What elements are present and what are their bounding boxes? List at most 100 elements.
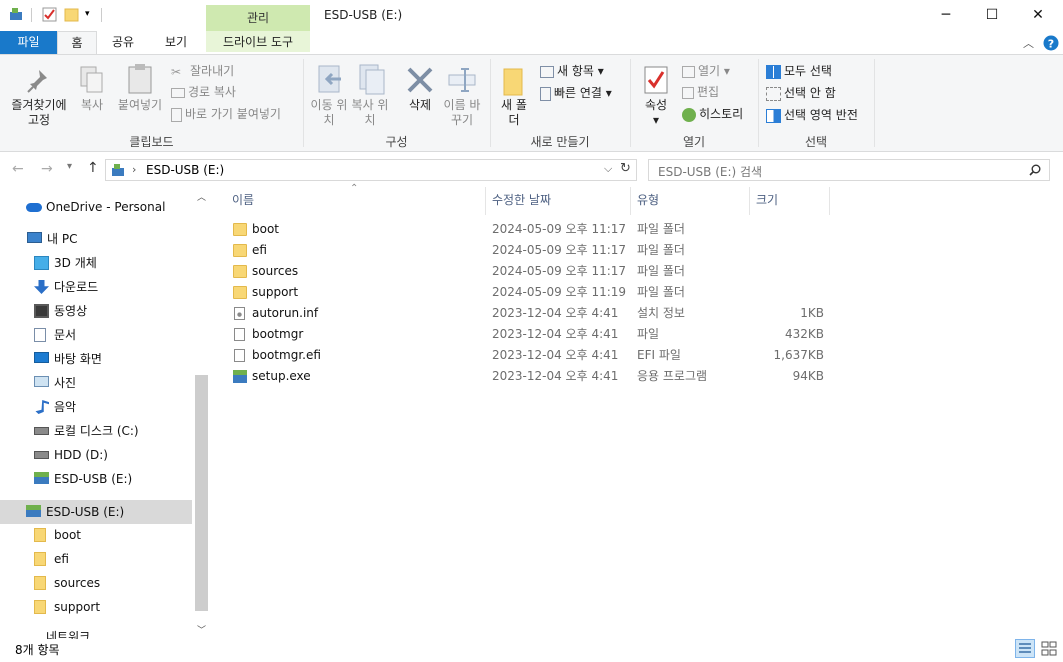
paste-shortcut-button[interactable]: 바로 가기 붙여넣기 [171, 104, 281, 124]
nav-item-label: efi [54, 552, 69, 566]
nav-item-label: ESD-USB (E:) [46, 505, 125, 519]
nav-item[interactable]: 내 PC [27, 227, 77, 251]
up-icon[interactable]: ↑ [87, 160, 99, 176]
file-row[interactable]: sources 2024-05-09 오후 11:17 파일 폴더 [228, 261, 838, 282]
nav-item-label: 문서 [54, 328, 77, 342]
scroll-up-icon[interactable]: ︿ [197, 190, 206, 203]
folder-icon [34, 528, 46, 542]
easy-access-button[interactable]: 빠른 연결 ▾ [540, 83, 612, 103]
collapse-ribbon-icon[interactable]: ︿ [1023, 35, 1034, 51]
tab-share[interactable]: 공유 [101, 31, 145, 54]
nav-item[interactable]: 네트워크 [46, 625, 90, 639]
document-icon [34, 328, 46, 342]
nav-item[interactable]: support [34, 595, 100, 619]
nav-item[interactable]: 바탕 화면 [34, 347, 102, 371]
new-item-button[interactable]: 새 항목 ▾ [540, 61, 604, 81]
close-button[interactable]: ✕ [1015, 0, 1061, 31]
qat-dropdown-icon[interactable]: ▾ [85, 9, 90, 19]
column-separator[interactable] [630, 187, 631, 215]
cut-button[interactable]: ✂ 잘라내기 [171, 61, 234, 81]
file-row[interactable]: bootmgr 2023-12-04 오후 4:41 파일 432KB [228, 324, 838, 345]
file-row[interactable]: bootmgr.efi 2023-12-04 오후 4:41 EFI 파일 1,637… [228, 345, 838, 366]
address-dropdown-icon[interactable]: ⌵ [604, 162, 612, 176]
nav-item[interactable]: HDD (D:) [34, 443, 108, 467]
copy-button[interactable]: 복사 [76, 98, 108, 113]
file-row[interactable]: autorun.inf 2023-12-04 오후 4:41 설치 정보 1KB [228, 303, 838, 324]
nav-item[interactable]: boot [34, 523, 81, 547]
search-input[interactable]: ESD-USB (E:) 검색 [648, 159, 1050, 181]
nav-item-label: sources [54, 576, 101, 590]
properties-icon[interactable] [42, 7, 57, 22]
select-none-button[interactable]: 선택 안 함 [766, 83, 836, 103]
nav-item[interactable]: ESD-USB (E:) [26, 500, 125, 524]
new-folder-icon[interactable] [64, 7, 79, 22]
refresh-icon[interactable]: ↻ [620, 161, 631, 176]
file-row[interactable]: setup.exe 2023-12-04 오후 4:41 응용 프로그램 94KB [228, 366, 838, 387]
search-icon[interactable] [1029, 164, 1041, 176]
select-all-label: 모두 선택 [784, 64, 832, 78]
context-tab-manage[interactable]: 관리 [206, 5, 310, 31]
maximize-button[interactable]: ☐ [969, 0, 1015, 31]
address-bar[interactable]: › ESD-USB (E:) ⌵ ↻ [105, 159, 637, 181]
file-modified: 2024-05-09 오후 11:17 [492, 243, 627, 257]
nav-item[interactable]: sources [34, 571, 101, 595]
nav-item-label: 사진 [54, 376, 77, 390]
column-header-modified[interactable]: 수정한 날짜 [492, 193, 551, 215]
copy-to-button[interactable]: 복사 위치 [350, 98, 390, 128]
history-button[interactable]: 히스토리 [682, 104, 743, 124]
nav-item[interactable]: ESD-USB (E:) [34, 467, 132, 491]
select-all-button[interactable]: 모두 선택 [766, 61, 832, 81]
back-icon[interactable]: ← [12, 161, 24, 177]
ribbon-separator [874, 59, 875, 147]
pin-to-quick-access-button[interactable]: 즐겨찾기에 고정 [6, 98, 72, 128]
forward-icon[interactable]: → [41, 161, 53, 177]
large-icons-view-icon[interactable] [1039, 639, 1059, 658]
file-row[interactable]: support 2024-05-09 오후 11:19 파일 폴더 [228, 282, 838, 303]
nav-item[interactable]: 동영상 [34, 299, 88, 323]
nav-item[interactable]: 문서 [34, 323, 77, 347]
properties-button[interactable]: 속성 ▾ [638, 98, 674, 128]
column-separator[interactable] [829, 187, 830, 215]
column-header-type[interactable]: 유형 [637, 193, 659, 215]
edit-button[interactable]: 편집 [682, 82, 719, 102]
details-view-icon[interactable] [1015, 639, 1035, 658]
column-separator[interactable] [749, 187, 750, 215]
nav-item[interactable]: 음악 [35, 395, 76, 419]
ribbon-tabs: 파일 홈 공유 보기 드라이브 도구 ︿ ? [0, 31, 1063, 54]
file-row[interactable]: boot 2024-05-09 오후 11:17 파일 폴더 [228, 219, 838, 240]
column-separator[interactable] [485, 187, 486, 215]
column-header-name[interactable]: 이름 [232, 193, 254, 215]
copy-path-button[interactable]: 경로 복사 [171, 82, 236, 102]
music-icon [35, 400, 49, 414]
file-modified: 2023-12-04 오후 4:41 [492, 348, 619, 362]
rename-button[interactable]: 이름 바꾸기 [440, 98, 484, 128]
nav-scrollbar[interactable]: ︿ ﹀ [193, 187, 210, 639]
tab-home[interactable]: 홈 [57, 31, 97, 54]
nav-item-label: 동영상 [54, 304, 88, 318]
tab-drive-tools[interactable]: 드라이브 도구 [206, 31, 310, 54]
minimize-button[interactable]: ─ [923, 0, 969, 31]
file-row[interactable]: efi 2024-05-09 오후 11:17 파일 폴더 [228, 240, 838, 261]
open-button[interactable]: 열기 ▾ [682, 61, 730, 81]
tab-file[interactable]: 파일 [0, 31, 57, 54]
nav-item[interactable]: 사진 [34, 371, 77, 395]
video-icon [34, 304, 49, 318]
breadcrumb-drive[interactable]: ESD-USB (E:) [146, 163, 224, 177]
nav-item[interactable]: efi [34, 547, 69, 571]
help-icon[interactable]: ? [1043, 35, 1059, 51]
nav-item[interactable]: 3D 개체 [34, 251, 97, 275]
new-folder-button[interactable]: 새 폴더 [497, 98, 531, 128]
scroll-down-icon[interactable]: ﹀ [197, 623, 206, 636]
scrollbar-thumb[interactable] [195, 375, 208, 611]
nav-item[interactable]: OneDrive - Personal [26, 195, 165, 219]
tab-view[interactable]: 보기 [153, 31, 199, 54]
paste-button[interactable]: 붙여넣기 [114, 98, 166, 113]
delete-button[interactable]: 삭제 [400, 98, 440, 113]
move-to-button[interactable]: 이동 위치 [309, 98, 349, 128]
recent-locations-icon[interactable]: ▾ [67, 161, 72, 172]
column-header-size[interactable]: 크기 [756, 193, 778, 215]
ribbon: 즐겨찾기에 고정 복사 붙여넣기 ✂ 잘라내기 경로 복사 바로 가기 붙여넣기 … [0, 54, 1063, 152]
nav-item[interactable]: 로컬 디스크 (C:) [34, 419, 139, 443]
nav-item[interactable]: 다운로드 [34, 275, 98, 299]
invert-selection-button[interactable]: 선택 영역 반전 [766, 105, 858, 125]
